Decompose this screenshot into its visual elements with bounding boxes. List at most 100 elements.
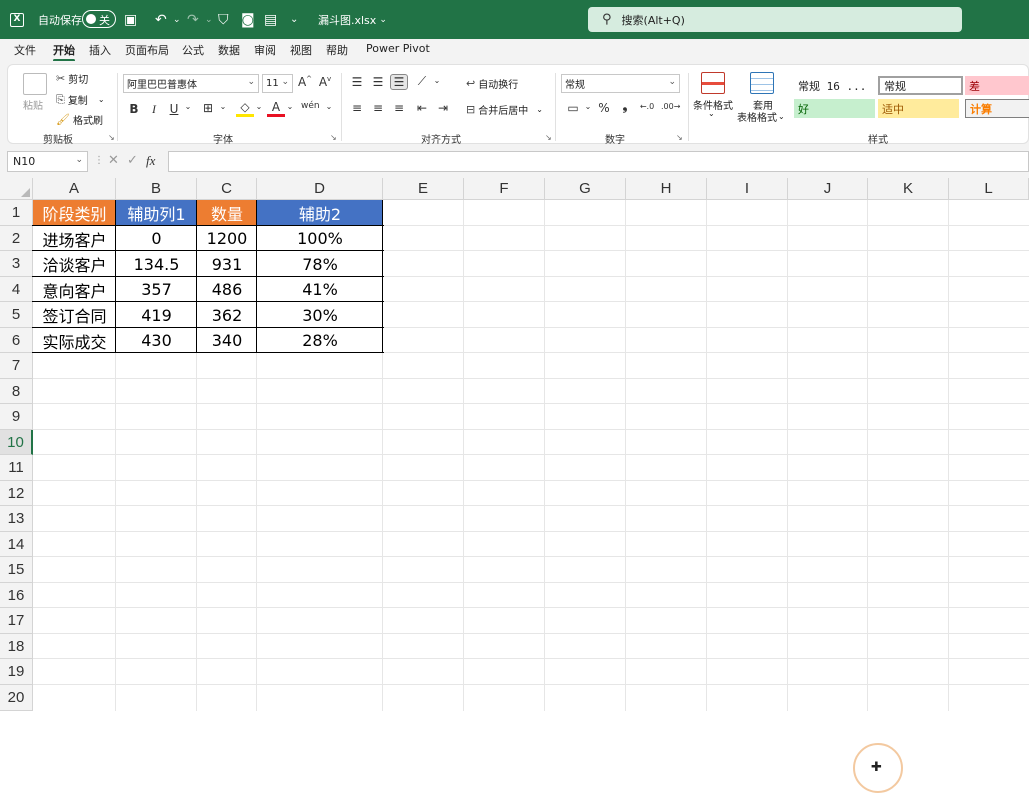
cut-button[interactable]: ✂ 剪切 xyxy=(56,71,88,86)
redo-icon[interactable]: ↷ xyxy=(187,0,199,39)
table-cell[interactable]: 78% xyxy=(257,251,383,277)
table-header-cell[interactable]: 辅助列1 xyxy=(116,200,197,226)
row-header-6[interactable]: 6 xyxy=(0,328,33,353)
fill-dropdown-icon[interactable]: ⌄ xyxy=(250,102,268,111)
save-icon[interactable]: ▣ xyxy=(124,0,137,39)
insert-function-icon[interactable]: fx xyxy=(146,153,155,169)
underline-dropdown-icon[interactable]: ⌄ xyxy=(179,102,197,111)
style-good[interactable]: 好 xyxy=(794,99,875,118)
row-header-10[interactable]: 10 xyxy=(0,430,33,455)
tab-home[interactable]: 开始 xyxy=(53,42,75,62)
formula-input[interactable] xyxy=(168,151,1029,172)
merge-center-button[interactable]: ⊟ 合并后居中 ⌄ xyxy=(466,102,543,117)
phonetic-icon[interactable]: wén xyxy=(301,101,320,111)
table-cell[interactable]: 419 xyxy=(116,302,197,328)
align-middle-icon[interactable]: ☰ xyxy=(369,75,387,89)
column-header-d[interactable]: D xyxy=(257,178,383,200)
table-cell[interactable]: 签订合同 xyxy=(33,302,116,328)
redo-dropdown-icon[interactable]: ⌄ xyxy=(205,0,213,39)
table-cell[interactable]: 28% xyxy=(257,328,383,353)
increase-decimal-icon[interactable]: ←.0 xyxy=(638,102,656,111)
table-header-cell[interactable]: 数量 xyxy=(197,200,257,226)
table-cell[interactable]: 362 xyxy=(197,302,257,328)
select-all-corner[interactable] xyxy=(0,178,33,200)
filter-icon[interactable]: ⛉ xyxy=(218,0,229,39)
conditional-format-dropdown-icon[interactable]: ⌄ xyxy=(708,109,715,118)
align-bottom-icon[interactable]: ☰ xyxy=(390,74,408,90)
undo-icon[interactable]: ↶ xyxy=(155,0,167,39)
row-header-16[interactable]: 16 xyxy=(0,583,33,608)
tab-view[interactable]: 视图 xyxy=(290,42,312,58)
table-header-cell[interactable]: 辅助2 xyxy=(257,200,383,226)
paste-button[interactable]: 粘贴 xyxy=(23,97,43,112)
align-right-icon[interactable]: ≡ xyxy=(390,101,408,115)
table-format-icon[interactable] xyxy=(750,72,774,94)
table-cell[interactable]: 430 xyxy=(116,328,197,353)
style-calculation[interactable]: 计算 xyxy=(965,99,1029,118)
tab-power-pivot[interactable]: Power Pivot xyxy=(366,42,430,55)
table-cell[interactable]: 134.5 xyxy=(116,251,197,277)
column-header-c[interactable]: C xyxy=(197,178,257,200)
tab-formulas[interactable]: 公式 xyxy=(182,42,204,58)
align-top-icon[interactable]: ☰ xyxy=(348,75,366,89)
increase-font-icon[interactable]: A^ xyxy=(296,75,314,89)
tab-page-layout[interactable]: 页面布局 xyxy=(125,42,169,58)
enter-icon[interactable]: ✓ xyxy=(127,153,138,168)
form-icon[interactable]: ▤ xyxy=(264,0,277,39)
comma-button[interactable]: ❟ xyxy=(616,99,634,114)
row-header-12[interactable]: 12 xyxy=(0,481,33,506)
font-name-select[interactable]: 阿里巴巴普惠体 ⌄ xyxy=(123,74,259,93)
table-cell[interactable]: 486 xyxy=(197,277,257,302)
paste-icon[interactable] xyxy=(23,73,47,95)
column-header-f[interactable]: F xyxy=(464,178,545,200)
table-cell[interactable]: 进场客户 xyxy=(33,226,116,251)
italic-button[interactable]: I xyxy=(145,102,163,117)
table-cell[interactable]: 931 xyxy=(197,251,257,277)
style-neutral[interactable]: 适中 xyxy=(878,99,959,118)
orientation-dropdown-icon[interactable]: ⌄ xyxy=(428,76,446,85)
customize-toolbar-icon[interactable]: ⌄ xyxy=(290,0,298,39)
font-launcher-icon[interactable]: ↘ xyxy=(330,133,337,142)
undo-dropdown-icon[interactable]: ⌄ xyxy=(173,0,181,39)
number-format-select[interactable]: 常规 ⌄ xyxy=(561,74,680,93)
row-header-3[interactable]: 3 xyxy=(0,251,33,277)
row-header-14[interactable]: 14 xyxy=(0,532,33,557)
table-format-button[interactable]: 表格格式 ⌄ xyxy=(737,109,785,124)
align-center-icon[interactable]: ≡ xyxy=(369,101,387,115)
borders-dropdown-icon[interactable]: ⌄ xyxy=(214,102,232,111)
column-header-k[interactable]: K xyxy=(868,178,949,200)
table-cell[interactable]: 0 xyxy=(116,226,197,251)
file-name[interactable]: 漏斗图.xlsx ⌄ xyxy=(318,0,387,39)
tab-review[interactable]: 审阅 xyxy=(254,42,276,58)
column-header-g[interactable]: G xyxy=(545,178,626,200)
table-cell[interactable]: 1200 xyxy=(197,226,257,251)
row-header-2[interactable]: 2 xyxy=(0,226,33,251)
table-cell[interactable]: 实际成交 xyxy=(33,328,116,353)
row-header-7[interactable]: 7 xyxy=(0,353,33,379)
table-cell[interactable]: 100% xyxy=(257,226,383,251)
column-header-h[interactable]: H xyxy=(626,178,707,200)
row-header-5[interactable]: 5 xyxy=(0,302,33,328)
table-cell[interactable]: 30% xyxy=(257,302,383,328)
number-launcher-icon[interactable]: ↘ xyxy=(676,133,683,142)
clipboard-launcher-icon[interactable]: ↘ xyxy=(108,133,115,142)
phonetic-dropdown-icon[interactable]: ⌄ xyxy=(320,102,338,111)
wrap-text-button[interactable]: ↩ 自动换行 xyxy=(466,76,518,91)
row-header-19[interactable]: 19 xyxy=(0,659,33,685)
tab-insert[interactable]: 插入 xyxy=(89,42,111,58)
row-header-9[interactable]: 9 xyxy=(0,404,33,430)
decrease-font-icon[interactable]: Av xyxy=(316,75,334,89)
decrease-indent-icon[interactable]: ⇤ xyxy=(413,101,431,115)
column-header-a[interactable]: A xyxy=(33,178,116,200)
column-header-j[interactable]: J xyxy=(788,178,868,200)
table-cell[interactable]: 357 xyxy=(116,277,197,302)
tab-data[interactable]: 数据 xyxy=(218,42,240,58)
font-size-select[interactable]: 11 ⌄ xyxy=(262,74,293,93)
camera-icon[interactable]: ◙ xyxy=(241,0,255,39)
increase-indent-icon[interactable]: ⇥ xyxy=(434,101,452,115)
search-box[interactable]: ⚲ 搜索(Alt+Q) xyxy=(588,7,962,32)
align-left-icon[interactable]: ≡ xyxy=(348,101,366,115)
bold-button[interactable]: B xyxy=(125,102,143,116)
table-cell[interactable]: 41% xyxy=(257,277,383,302)
format-painter-button[interactable]: 🖌 格式刷 xyxy=(56,112,103,127)
